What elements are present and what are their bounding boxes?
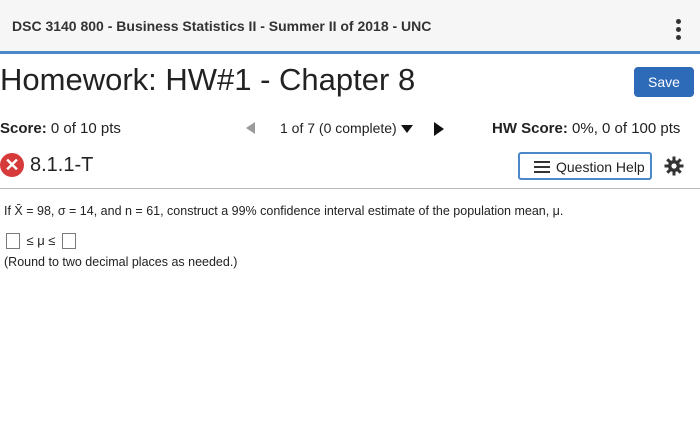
rounding-hint: (Round to two decimal places as needed.) xyxy=(4,255,238,269)
question-prompt: If X̄ = 98, σ = 14, and n = 61, construc… xyxy=(4,204,564,218)
confidence-interval-answer: ≤ μ ≤ xyxy=(6,232,76,252)
hw-score-value: 0%, 0 of 100 pts xyxy=(572,120,681,137)
next-question-icon[interactable] xyxy=(434,122,444,136)
question-id: 8.1.1-T xyxy=(30,154,94,176)
course-header-bar: DSC 3140 800 - Business Statistics II - … xyxy=(0,0,700,54)
score-label: Score: xyxy=(0,120,47,137)
caret-down-icon xyxy=(400,125,413,134)
course-title: DSC 3140 800 - Business Statistics II - … xyxy=(12,18,432,34)
question-position-text: 1 of 7 (0 complete) xyxy=(280,120,397,136)
list-icon xyxy=(534,161,550,173)
question-position-dropdown[interactable]: 1 of 7 (0 complete) xyxy=(280,120,413,136)
divider xyxy=(0,188,700,189)
homework-title: Homework: HW#1 - Chapter 8 xyxy=(0,62,416,97)
score: Score: 0 of 10 pts xyxy=(0,120,121,137)
save-button[interactable]: Save xyxy=(634,67,694,97)
score-bar: Score: 0 of 10 pts 1 of 7 (0 complete) H… xyxy=(0,118,700,142)
gear-icon[interactable] xyxy=(664,156,684,176)
previous-question-icon[interactable] xyxy=(246,122,255,134)
hw-score: HW Score: 0%, 0 of 100 pts xyxy=(492,120,680,137)
upper-bound-input[interactable] xyxy=(61,232,76,249)
score-value: 0 of 10 pts xyxy=(50,120,121,137)
question-help-label: Question Help xyxy=(556,159,645,175)
question-help-button[interactable]: Question Help xyxy=(518,152,652,180)
hw-score-label: HW Score: xyxy=(492,120,568,137)
incorrect-x-icon: ✕ xyxy=(0,153,24,177)
question-bar: ✕ 8.1.1-T Question Help xyxy=(0,152,700,182)
vertical-dots-icon[interactable] xyxy=(676,19,682,41)
lower-bound-input[interactable] xyxy=(6,232,20,249)
interval-symbol: ≤ μ ≤ xyxy=(26,233,56,249)
